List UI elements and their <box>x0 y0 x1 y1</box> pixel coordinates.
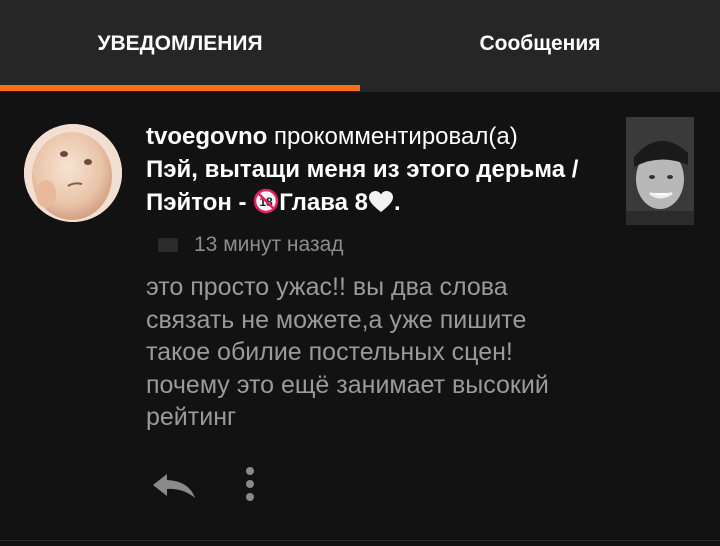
tab-messages[interactable]: Сообщения <box>360 0 720 88</box>
comment-icon <box>158 238 178 252</box>
more-options-button[interactable] <box>238 462 262 506</box>
no-under-18-icon: 18 <box>253 188 279 223</box>
white-heart-icon <box>368 190 394 223</box>
action-text: прокомментировал(а) <box>274 123 518 150</box>
tab-bar: УВЕДОМЛЕНИЯ Сообщения <box>0 0 720 92</box>
comment-text[interactable]: это просто ужас!! вы два слова связать н… <box>146 271 596 434</box>
notification-header[interactable]: tvoegovno прокомментировал(а) Пэй, вытащ… <box>146 120 606 223</box>
time-ago: 13 минут назад <box>194 233 344 256</box>
timestamp-row: 13 минут назад <box>158 230 344 260</box>
user-avatar[interactable] <box>24 124 122 222</box>
story-cover-thumbnail[interactable] <box>626 117 694 225</box>
cover-photo-image <box>626 117 694 225</box>
reply-arrow-icon <box>153 474 195 498</box>
story-title-part2: Глава 8 <box>279 189 368 216</box>
reply-button[interactable] <box>148 468 200 504</box>
title-end: . <box>394 189 401 216</box>
tab-notifications[interactable]: УВЕДОМЛЕНИЯ <box>0 0 360 88</box>
username[interactable]: tvoegovno <box>146 123 267 150</box>
vertical-dots-icon <box>246 467 254 501</box>
story-title[interactable]: Пэй, вытащи меня из этого дерьма /Пэйтон… <box>146 156 578 216</box>
divider <box>0 540 720 541</box>
avatar-face-image <box>24 124 122 222</box>
active-tab-indicator <box>0 85 360 91</box>
